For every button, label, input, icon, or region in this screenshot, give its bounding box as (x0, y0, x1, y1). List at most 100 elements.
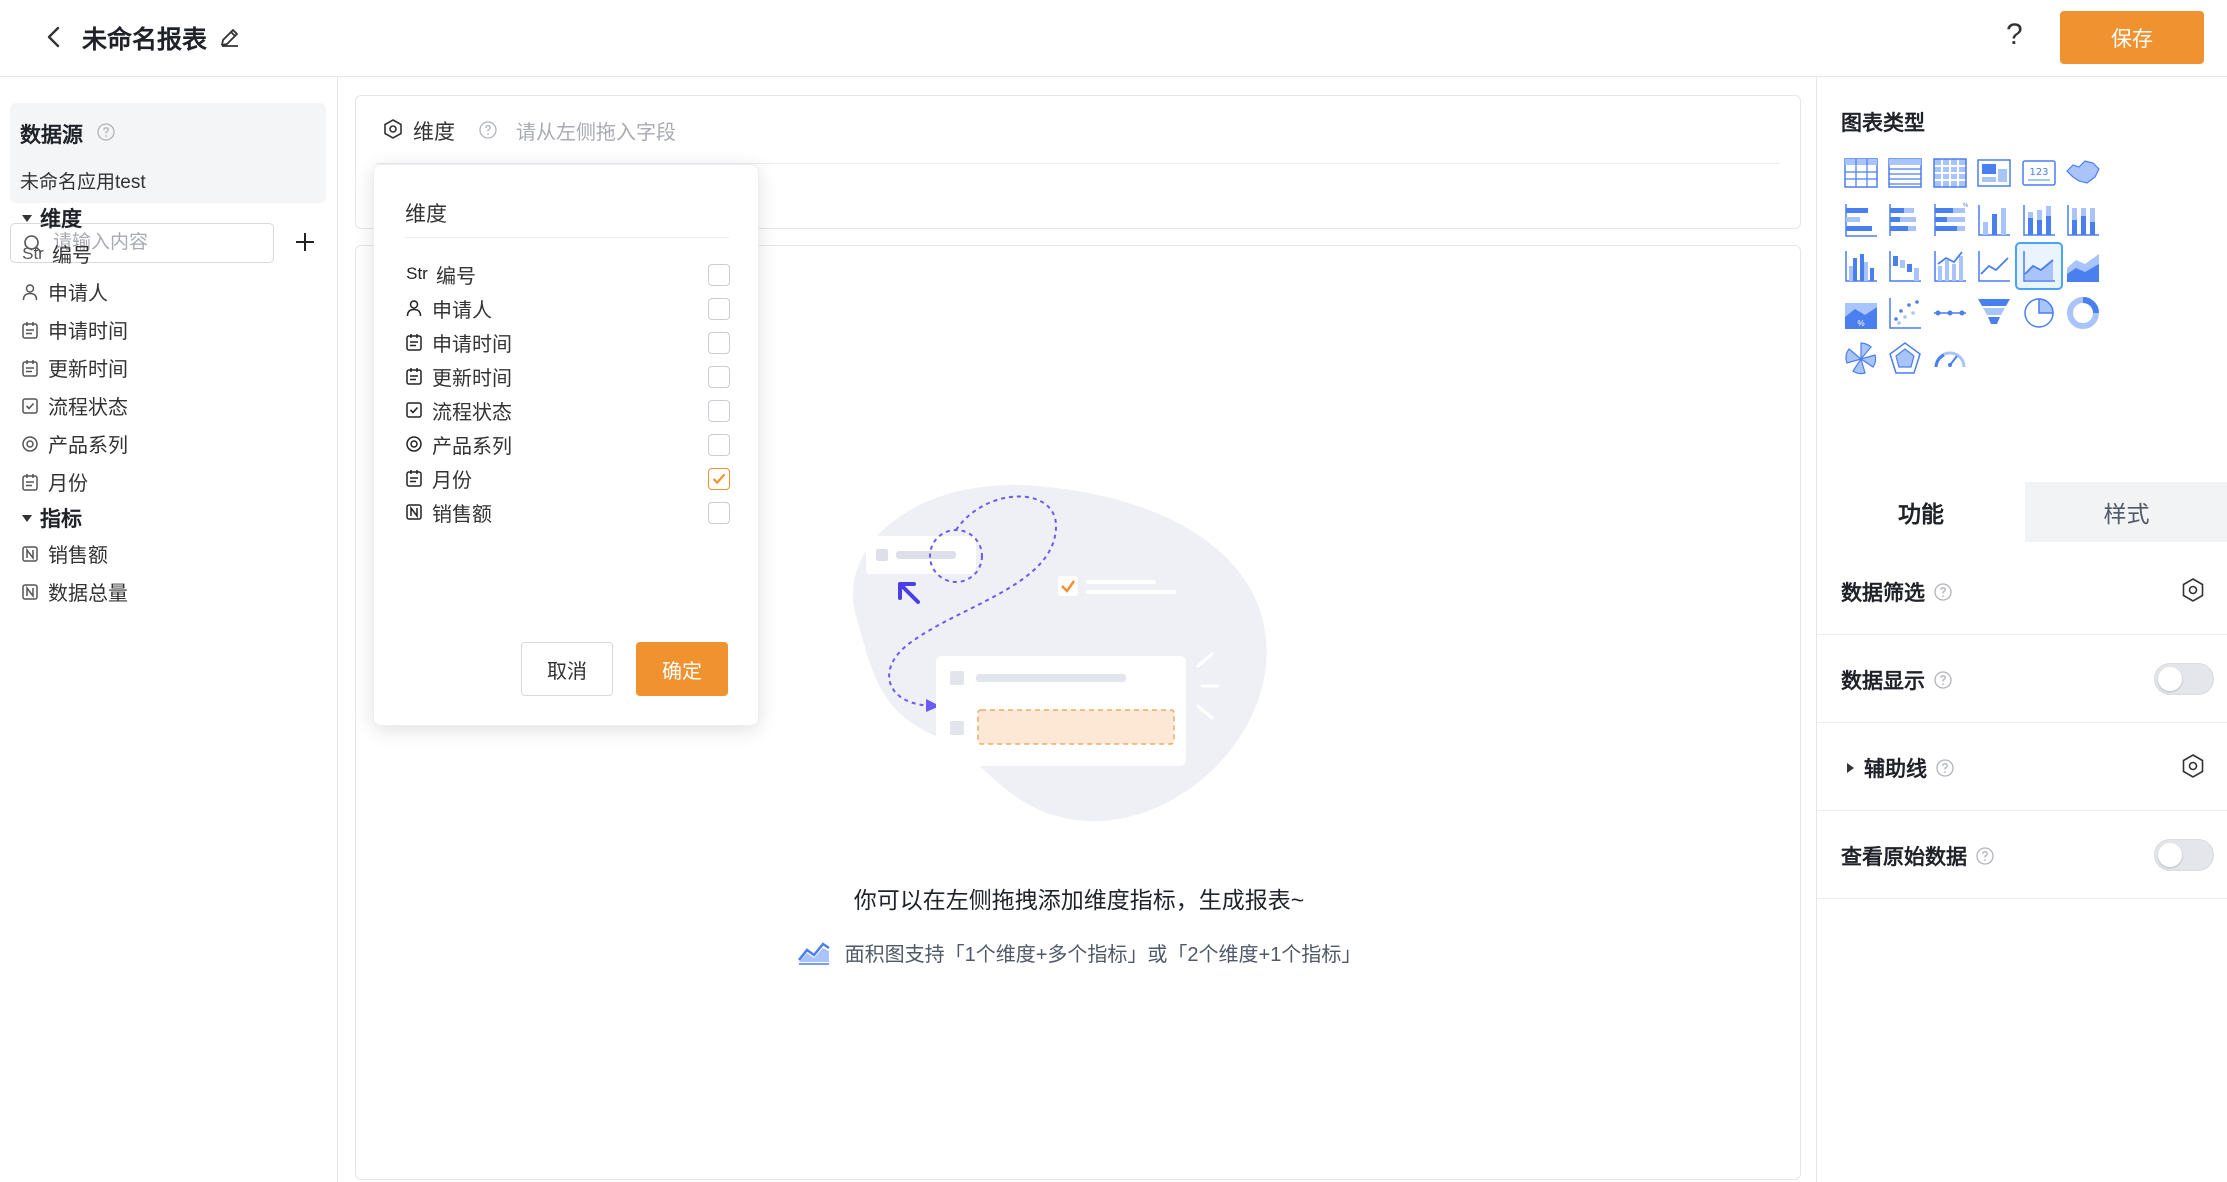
popup-option[interactable]: 产品系列 (404, 427, 734, 461)
gauge-icon[interactable] (1926, 335, 1974, 383)
option-label: 编号 (436, 265, 476, 288)
field-label: 更新时间 (48, 359, 128, 381)
config-row: 数据显示 (1817, 635, 2227, 723)
popup-option[interactable]: 销售额 (404, 495, 734, 529)
popup-option[interactable]: Str 编号 (404, 257, 734, 291)
dimension-field-item[interactable]: 更新时间 (20, 353, 128, 382)
number-icon (404, 502, 424, 522)
add-icon[interactable] (292, 229, 318, 255)
card-icon[interactable] (1970, 149, 2018, 197)
toggle-switch[interactable] (2154, 663, 2214, 695)
chart-type-title: 图表类型 (1841, 112, 1925, 135)
bar-horizontal-stacked-icon[interactable] (1881, 196, 1929, 244)
radar-icon[interactable] (1881, 335, 1929, 383)
option-checkbox[interactable] (708, 502, 730, 524)
option-checkbox[interactable] (708, 264, 730, 286)
collapse-triangle-icon (22, 514, 32, 522)
dimension-group-label: 维度 (40, 208, 82, 231)
dimension-field-item[interactable]: 产品系列 (20, 429, 128, 458)
cancel-button[interactable]: 取消 (521, 642, 613, 696)
area-percent-icon[interactable]: % (1837, 289, 1885, 337)
question-icon[interactable] (1933, 582, 1953, 602)
dot-line-icon[interactable] (1926, 289, 1974, 337)
donut-icon[interactable] (2059, 289, 2107, 337)
field-label: 月份 (48, 473, 88, 495)
tab-function[interactable]: 功能 (1817, 482, 2025, 542)
dimension-field-item[interactable]: 申请时间 (20, 315, 128, 344)
question-icon[interactable] (1933, 670, 1953, 690)
column-stacked-icon[interactable] (2015, 196, 2063, 244)
dimension-icon (384, 119, 402, 139)
option-label: 月份 (432, 469, 472, 492)
config-row-label: 数据筛选 (1841, 577, 1953, 607)
question-icon[interactable] (478, 120, 498, 140)
number-icon (20, 582, 40, 602)
back-arrow-icon[interactable] (40, 22, 70, 52)
line-icon[interactable] (1970, 242, 2018, 290)
option-checkbox[interactable] (708, 332, 730, 354)
option-label: 产品系列 (432, 435, 512, 458)
popup-option[interactable]: 申请时间 (404, 325, 734, 359)
dimension-field-item[interactable]: 流程状态 (20, 391, 128, 420)
popup-option[interactable]: 更新时间 (404, 359, 734, 393)
settings-icon[interactable] (2180, 577, 2206, 603)
question-icon[interactable] (1975, 846, 1995, 866)
option-checkbox[interactable] (708, 366, 730, 388)
kpi-number-icon[interactable]: 123 (2015, 149, 2063, 197)
popup-option[interactable]: 月份 (404, 461, 734, 495)
bar-horizontal-percent-icon[interactable]: % (1926, 196, 1974, 244)
dimension-group-header[interactable]: 维度 (22, 203, 82, 233)
funnel-icon[interactable] (1970, 289, 2018, 337)
map-icon[interactable] (2059, 149, 2107, 197)
scatter-icon[interactable] (1881, 289, 1929, 337)
field-label: 流程状态 (48, 397, 128, 419)
field-label: 编号 (52, 245, 92, 267)
calendar-icon (404, 366, 424, 386)
area-icon[interactable] (2014, 242, 2063, 291)
row-label-text: 数据筛选 (1841, 582, 1925, 605)
settings-icon[interactable] (2180, 753, 2206, 779)
dimension-field-item[interactable]: 申请人 (20, 277, 108, 306)
bar-horizontal-icon[interactable] (1837, 196, 1885, 244)
pie-icon[interactable] (2015, 289, 2063, 337)
help-icon[interactable]: ? (2006, 18, 2023, 52)
pivot-table-icon[interactable] (1926, 149, 1974, 197)
toggle-switch[interactable] (2154, 839, 2214, 871)
metric-group-header[interactable]: 指标 (22, 503, 82, 533)
waterfall-icon[interactable] (1881, 242, 1929, 290)
confirm-button[interactable]: 确定 (636, 642, 728, 696)
question-icon[interactable] (1935, 758, 1955, 778)
option-checkbox[interactable] (708, 400, 730, 422)
edit-pencil-icon[interactable] (218, 25, 242, 49)
metric-field-item[interactable]: 销售额 (20, 539, 108, 568)
user-icon (20, 282, 40, 302)
expand-triangle-icon[interactable] (1847, 763, 1854, 773)
datasource-title: 数据源 (20, 124, 83, 147)
dimension-field-item[interactable]: Str 编号 (20, 239, 92, 268)
rose-icon[interactable] (1837, 335, 1885, 383)
save-button[interactable]: 保存 (2060, 11, 2204, 64)
table-icon[interactable] (1837, 149, 1885, 197)
field-label: 申请人 (48, 283, 108, 305)
popup-option[interactable]: 流程状态 (404, 393, 734, 427)
popup-option[interactable]: 申请人 (404, 291, 734, 325)
option-checkbox[interactable] (708, 434, 730, 456)
column-percent-icon[interactable] (2059, 196, 2107, 244)
tab-style[interactable]: 样式 (2025, 482, 2227, 542)
dimension-field-item[interactable]: 月份 (20, 467, 88, 496)
option-checkbox[interactable] (708, 298, 730, 320)
column-icon[interactable] (1970, 196, 2018, 244)
calendar-icon (20, 358, 40, 378)
svg-text:123: 123 (2029, 167, 2048, 178)
column-grouped-icon[interactable] (1837, 242, 1885, 290)
top-header: 未命名报表 ? 保存 (0, 0, 2227, 77)
bar-line-combo-icon[interactable] (1926, 242, 1974, 290)
metric-field-item[interactable]: 数据总量 (20, 577, 128, 606)
config-row-label: 辅助线 (1841, 753, 1955, 783)
detail-table-icon[interactable] (1881, 149, 1929, 197)
row-label-text: 数据显示 (1841, 670, 1925, 693)
question-icon[interactable] (96, 122, 116, 142)
datasource-app-name[interactable]: 未命名应用test (20, 167, 146, 194)
option-checkbox[interactable] (708, 468, 730, 490)
area-stacked-icon[interactable] (2059, 242, 2107, 290)
